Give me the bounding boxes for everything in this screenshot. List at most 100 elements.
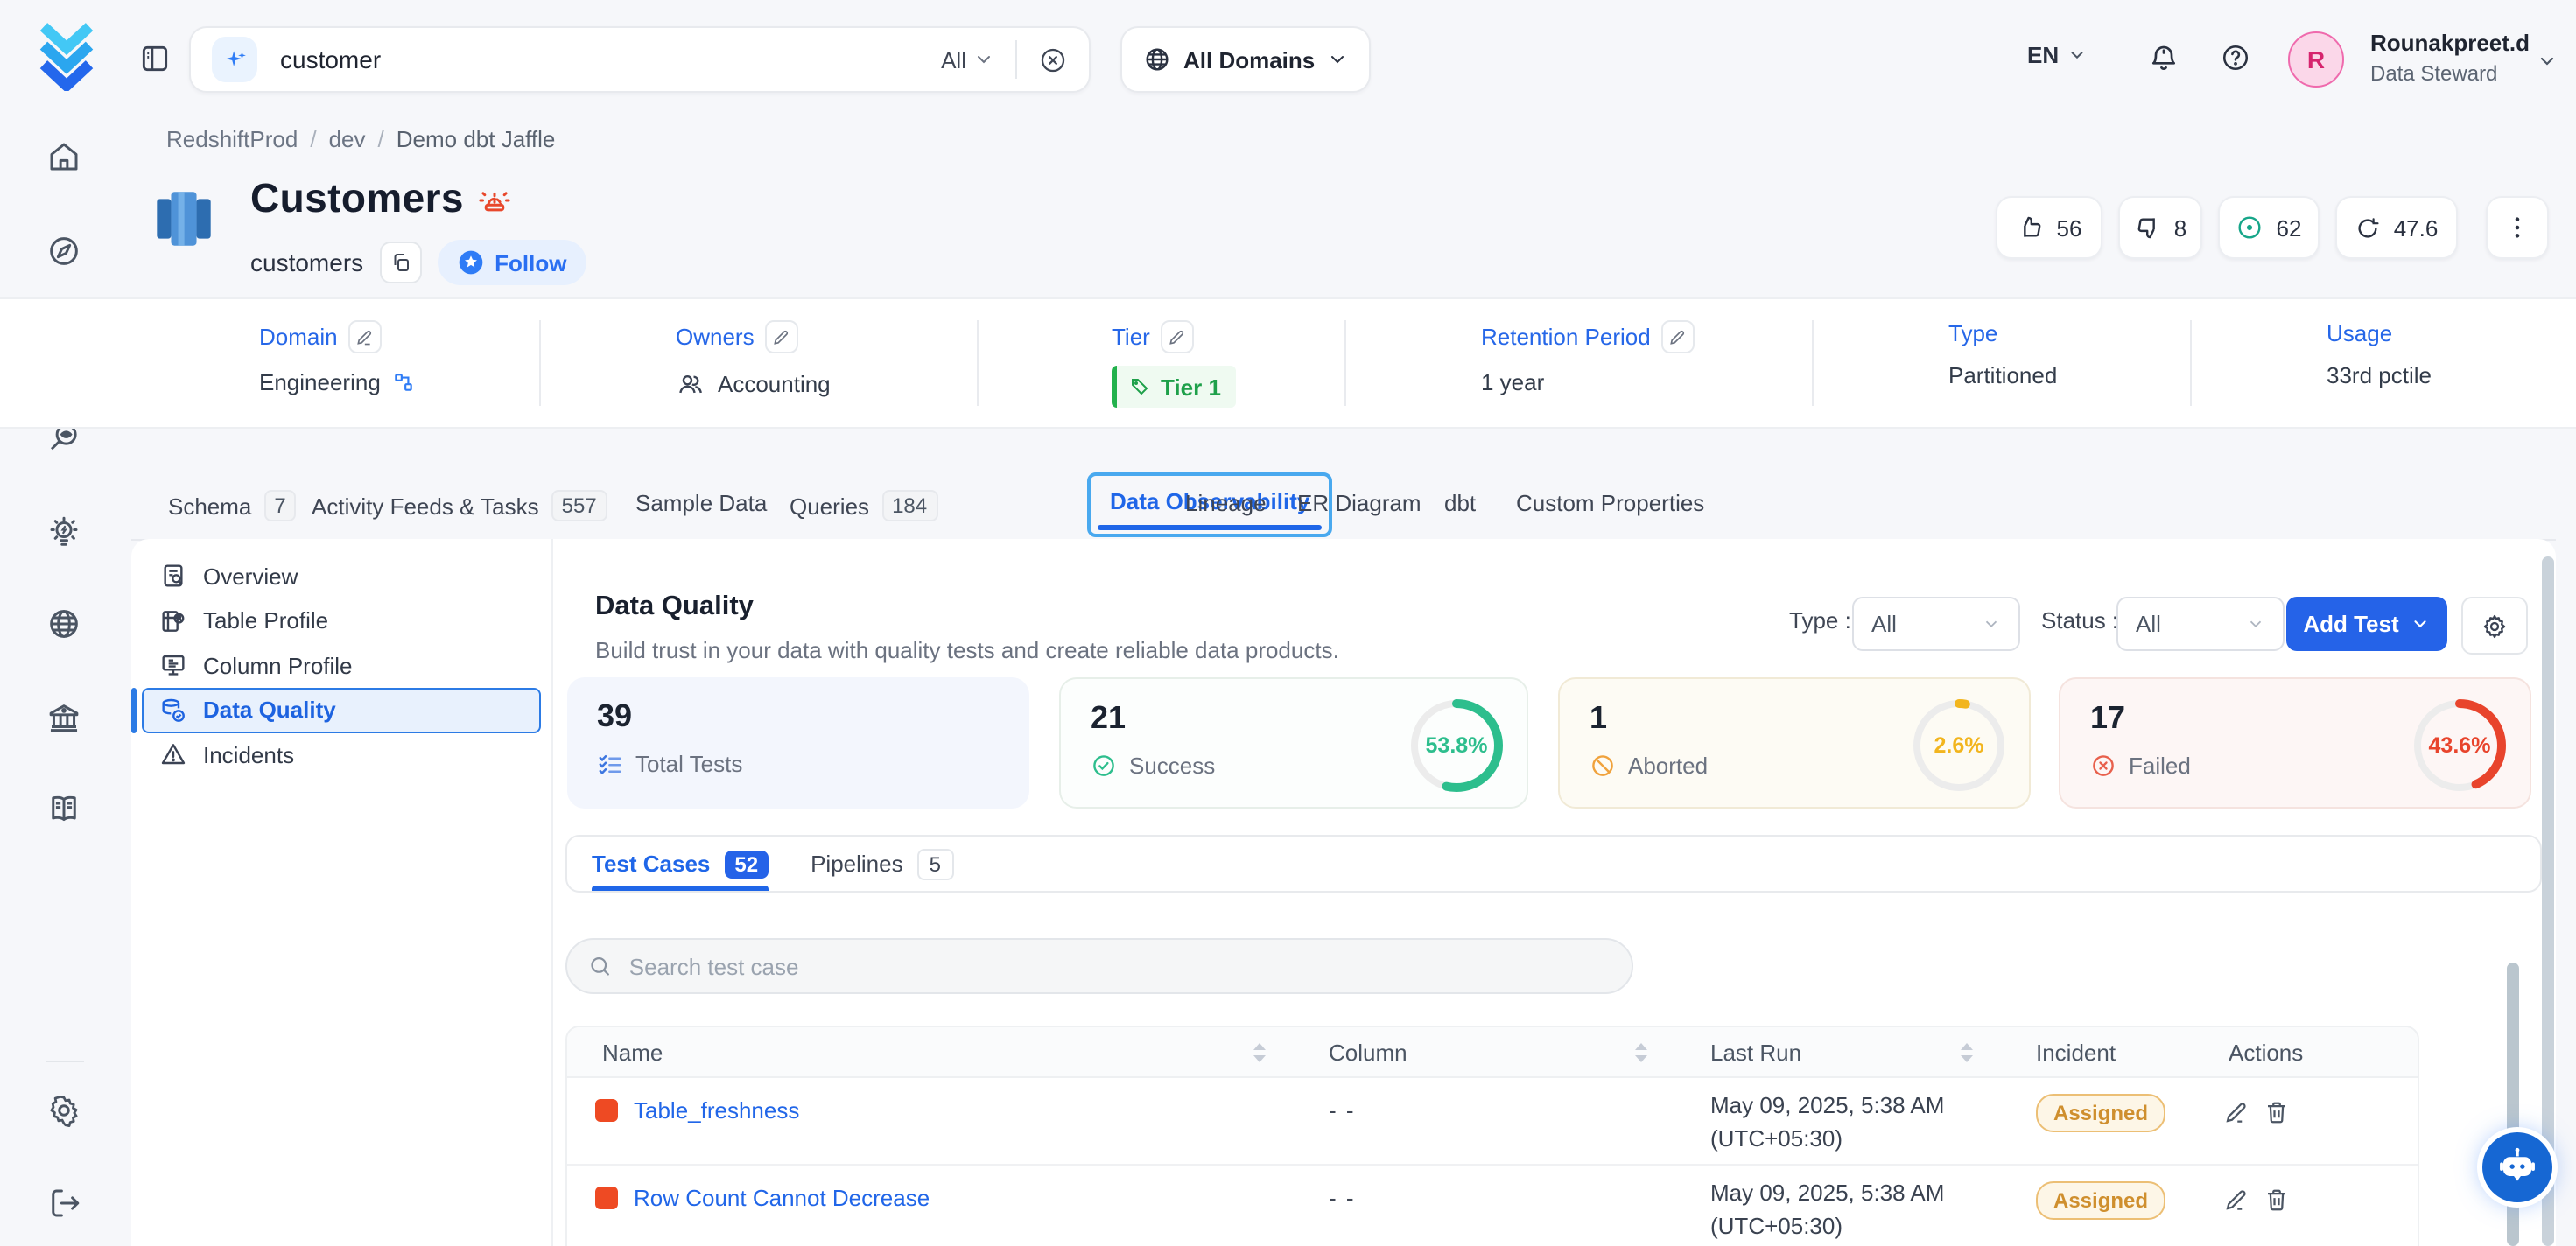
nav-home-icon[interactable] xyxy=(46,138,82,175)
settings-gear-icon[interactable] xyxy=(46,1092,82,1129)
copy-icon xyxy=(390,252,411,273)
downvote-button[interactable]: 8 xyxy=(2118,196,2202,259)
domain-value[interactable]: Engineering xyxy=(259,369,381,396)
subnav-data-quality[interactable]: Data Quality xyxy=(142,688,541,732)
quality-score-button[interactable]: 62 xyxy=(2218,196,2320,259)
col-actions: Actions xyxy=(2229,1040,2303,1066)
test-case-search[interactable] xyxy=(565,938,1633,994)
nav-insights-bulb-icon[interactable] xyxy=(46,514,82,551)
breadcrumb-separator: / xyxy=(310,126,316,152)
success-percentage: 53.8% xyxy=(1407,696,1506,794)
retention-label[interactable]: Retention Period xyxy=(1481,324,1651,350)
nav-glossary-book-icon[interactable] xyxy=(46,791,82,828)
subnav-overview[interactable]: Overview xyxy=(142,554,541,598)
edit-test-icon[interactable] xyxy=(2223,1099,2250,1125)
notifications-bell-icon[interactable] xyxy=(2148,42,2179,74)
tier-badge[interactable]: Tier 1 xyxy=(1112,366,1237,408)
section-subtitle: Build trust in your data with quality te… xyxy=(595,637,1339,663)
metadata-tier: Tier Tier 1 xyxy=(1112,299,1237,427)
all-domains-label: All Domains xyxy=(1183,46,1315,73)
tab-schema[interactable]: Schema7 xyxy=(168,490,297,522)
content-scrollbar[interactable] xyxy=(2507,962,2519,1246)
copy-name-button[interactable] xyxy=(379,242,421,284)
search-scope-select[interactable]: All xyxy=(941,46,966,73)
delete-test-icon[interactable] xyxy=(2264,1186,2290,1213)
owners-value[interactable]: Accounting xyxy=(718,371,831,397)
type-filter-label: Type : xyxy=(1789,607,1851,634)
help-icon[interactable] xyxy=(2220,42,2251,74)
total-tests-value: 39 xyxy=(597,698,632,735)
gear-icon xyxy=(2481,612,2509,640)
logout-icon[interactable] xyxy=(46,1185,82,1222)
col-incident: Incident xyxy=(2036,1040,2116,1066)
dq-settings-button[interactable] xyxy=(2461,597,2528,654)
nav-domains-globe-icon[interactable] xyxy=(46,606,82,642)
edit-test-icon[interactable] xyxy=(2223,1186,2250,1213)
usage-label[interactable]: Usage xyxy=(2327,320,2392,346)
edit-tier-button[interactable] xyxy=(1161,320,1194,354)
language-selector[interactable]: EN xyxy=(2027,42,2087,68)
sort-column-icon[interactable] xyxy=(1633,1041,1649,1064)
chat-assistant-button[interactable] xyxy=(2482,1132,2552,1202)
test-case-link[interactable]: Row Count Cannot Decrease xyxy=(634,1185,930,1211)
user-avatar[interactable]: R xyxy=(2288,32,2344,88)
test-cases-tabbar: Test Cases 52 Pipelines 5 xyxy=(565,835,2542,892)
incident-status-badge[interactable]: Assigned xyxy=(2036,1181,2165,1220)
sort-last-run-icon[interactable] xyxy=(1959,1041,1975,1064)
users-icon xyxy=(676,369,705,399)
tab-lineage[interactable]: Lineage xyxy=(1185,490,1267,516)
tab-queries[interactable]: Queries184 xyxy=(790,490,937,522)
search-icon xyxy=(588,954,612,978)
owners-label[interactable]: Owners xyxy=(676,324,755,350)
nav-discover-compass-icon[interactable] xyxy=(46,233,82,270)
subnav-table-profile[interactable]: Table Profile xyxy=(142,598,541,643)
add-test-button[interactable]: Add Test xyxy=(2286,597,2447,651)
more-actions-button[interactable] xyxy=(2486,196,2549,259)
tab-sample-data[interactable]: Sample Data xyxy=(635,490,767,516)
nav-governance-bank-icon[interactable] xyxy=(46,700,82,737)
usage-metric-button[interactable]: 47.6 xyxy=(2335,196,2458,259)
clear-search-icon[interactable] xyxy=(1038,45,1068,74)
edit-retention-button[interactable] xyxy=(1661,320,1695,354)
subnav-divider xyxy=(551,539,553,1246)
follow-button[interactable]: Follow xyxy=(437,240,586,285)
sort-name-icon[interactable] xyxy=(1252,1041,1267,1064)
search-query-text[interactable]: customer xyxy=(280,46,941,74)
breadcrumb-schema[interactable]: dev xyxy=(329,126,366,152)
search-test-case-input[interactable] xyxy=(626,951,1611,981)
user-name: Rounakpreet.d xyxy=(2370,30,2530,56)
delete-test-icon[interactable] xyxy=(2264,1099,2290,1125)
column-cell: - - xyxy=(1329,1097,1356,1124)
sidebar-toggle-icon[interactable] xyxy=(138,42,172,75)
test-case-link[interactable]: Table_freshness xyxy=(634,1097,799,1124)
app-logo[interactable] xyxy=(33,21,100,91)
section-title: Data Quality xyxy=(595,592,754,623)
tab-dbt[interactable]: dbt xyxy=(1444,490,1476,516)
tab-activity-feeds[interactable]: Activity Feeds & Tasks557 xyxy=(312,490,607,522)
tier-label[interactable]: Tier xyxy=(1112,324,1150,350)
domain-label[interactable]: Domain xyxy=(259,324,338,350)
upvote-button[interactable]: 56 xyxy=(1996,196,2102,259)
tab-er-diagram[interactable]: ER Diagram xyxy=(1297,490,1421,516)
follow-star-icon xyxy=(456,248,484,276)
linked-domain-icon[interactable] xyxy=(393,371,416,394)
type-value: Partitioned xyxy=(1948,362,2057,388)
status-filter-select[interactable]: All xyxy=(2116,597,2285,651)
tab-test-cases[interactable]: Test Cases 52 xyxy=(592,836,769,891)
alert-siren-icon[interactable] xyxy=(476,182,513,219)
edit-owners-button[interactable] xyxy=(765,320,798,354)
tab-pipelines[interactable]: Pipelines 5 xyxy=(811,836,953,891)
tab-custom-properties[interactable]: Custom Properties xyxy=(1516,490,1704,516)
type-label[interactable]: Type xyxy=(1948,320,1997,346)
global-search-bar[interactable]: customer All xyxy=(189,26,1091,93)
subnav-column-profile[interactable]: Column Profile xyxy=(142,643,541,688)
page-scrollbar[interactable] xyxy=(2542,556,2554,1246)
breadcrumb-database[interactable]: Demo dbt Jaffle xyxy=(397,126,556,152)
user-menu-chevron-icon[interactable] xyxy=(2537,51,2558,72)
breadcrumb-connection[interactable]: RedshiftProd xyxy=(166,126,298,152)
type-filter-select[interactable]: All xyxy=(1852,597,2020,651)
subnav-incidents[interactable]: Incidents xyxy=(142,732,541,777)
edit-domain-button[interactable] xyxy=(348,320,382,354)
incident-status-badge[interactable]: Assigned xyxy=(2036,1094,2165,1132)
all-domains-button[interactable]: All Domains xyxy=(1120,26,1371,93)
